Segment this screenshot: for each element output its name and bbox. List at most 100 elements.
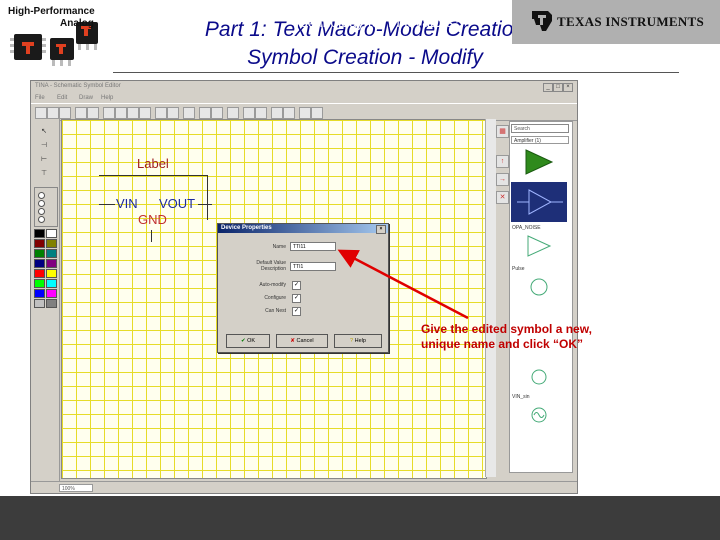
pin-gnd-line[interactable] — [151, 230, 152, 242]
title-divider — [113, 72, 679, 73]
pin-vin-label[interactable]: VIN — [116, 196, 138, 211]
zoom-dropdown[interactable]: 100% — [59, 484, 93, 492]
window-titlebar: TINA - Schematic Symbol Editor _ □ × — [31, 81, 577, 93]
color-palette — [33, 229, 57, 308]
description-field[interactable]: TTI1 — [290, 262, 336, 271]
color-swatch[interactable] — [46, 239, 57, 248]
cancel-button[interactable]: ✘ Cancel — [276, 334, 328, 348]
menu-help[interactable]: Help — [101, 95, 113, 101]
sine-source-icon[interactable] — [524, 404, 554, 431]
left-toolbox: ↖ ⊣ ⊢ ⊤ — [31, 119, 60, 481]
pin-right-icon[interactable]: ⊢ — [37, 155, 51, 163]
menu-file[interactable]: File — [35, 95, 45, 101]
rotate-icon[interactable] — [243, 107, 255, 119]
selected-library-item[interactable] — [511, 182, 567, 222]
color-swatch[interactable] — [46, 229, 57, 238]
pin-tool-icon[interactable] — [155, 107, 167, 119]
source-symbol-icon[interactable] — [524, 366, 554, 393]
pointer-tool-icon[interactable]: ↖ — [37, 127, 51, 135]
zoom-out-icon[interactable] — [211, 107, 223, 119]
help-question-icon: ? — [350, 338, 354, 344]
library-item-label: VIN_sin — [512, 394, 530, 400]
pin-vout-line[interactable] — [198, 204, 212, 205]
configure-checkbox[interactable]: ✓ — [292, 294, 301, 303]
zoom-in-icon[interactable] — [199, 107, 211, 119]
minimize-button[interactable]: _ — [543, 83, 553, 92]
color-swatch[interactable] — [46, 249, 57, 258]
symbol-label-text[interactable]: Label — [137, 156, 169, 171]
color-swatch[interactable] — [34, 289, 45, 298]
color-swatch[interactable] — [34, 239, 45, 248]
ok-check-icon: ✔ — [240, 338, 246, 344]
opamp-outline-icon[interactable] — [524, 234, 554, 263]
radio-option[interactable] — [38, 216, 45, 223]
grid-toggle-icon[interactable] — [227, 107, 239, 119]
library-icon[interactable]: ▦ — [496, 125, 509, 138]
color-swatch[interactable] — [34, 299, 45, 308]
open-icon[interactable] — [47, 107, 59, 119]
pin-vout-label[interactable]: VOUT — [159, 196, 195, 211]
footer-tagline: Technology for Innovators™ — [293, 14, 468, 30]
pin-down-icon[interactable]: ⊤ — [37, 169, 51, 177]
color-swatch[interactable] — [46, 269, 57, 278]
color-swatch[interactable] — [46, 279, 57, 288]
can-nest-label: Can Nest — [265, 308, 286, 314]
pin-vin-line[interactable] — [99, 204, 115, 205]
rectangle-tool-icon[interactable] — [103, 107, 115, 119]
color-swatch[interactable] — [46, 299, 57, 308]
cancel-x-icon: ✘ — [290, 338, 295, 344]
delete-icon[interactable]: ✕ — [496, 191, 509, 204]
color-swatch[interactable] — [34, 279, 45, 288]
new-icon[interactable] — [35, 107, 47, 119]
help-icon[interactable] — [311, 107, 323, 119]
color-swatch[interactable] — [34, 259, 45, 268]
radio-option[interactable] — [38, 192, 45, 199]
color-icon[interactable] — [283, 107, 295, 119]
color-swatch[interactable] — [34, 249, 45, 258]
library-item-label: OPA_NOISE — [512, 225, 541, 231]
close-button[interactable]: × — [563, 83, 573, 92]
component-library-panel: Search Amplifier (1) OPA_NOISE Pulse VIN… — [509, 121, 573, 473]
footer-brand-text: TEXAS INSTRUMENTS — [557, 14, 705, 29]
color-swatch[interactable] — [34, 229, 45, 238]
ok-label: OK — [247, 338, 256, 344]
radio-option[interactable] — [38, 200, 45, 207]
description-label: Default Value Description — [256, 260, 286, 272]
help-button[interactable]: ? Help — [334, 334, 382, 348]
mirror-icon[interactable] — [255, 107, 267, 119]
pin-gnd-label[interactable]: GND — [138, 212, 167, 227]
cancel-label: Cancel — [296, 338, 314, 344]
pin-left-icon[interactable]: ⊣ — [37, 141, 51, 149]
color-swatch[interactable] — [46, 289, 57, 298]
font-icon[interactable] — [299, 107, 311, 119]
redo-icon[interactable] — [87, 107, 99, 119]
menu-draw[interactable]: Draw — [79, 95, 93, 101]
properties-icon[interactable] — [271, 107, 283, 119]
right-toolstrip: ▦ ↑ → ✕ — [495, 121, 509, 204]
ellipse-tool-icon[interactable] — [115, 107, 127, 119]
color-swatch[interactable] — [34, 269, 45, 278]
ok-button[interactable]: ✔ OK — [226, 334, 270, 348]
library-item-label: Pulse — [512, 266, 525, 272]
undo-icon[interactable] — [75, 107, 87, 119]
radio-option[interactable] — [38, 208, 45, 215]
name-field[interactable]: TTI11 — [290, 242, 336, 251]
line-tool-icon[interactable] — [127, 107, 139, 119]
save-icon[interactable] — [59, 107, 71, 119]
pulse-source-icon[interactable] — [524, 276, 554, 303]
fill-tool-icon[interactable] — [183, 107, 195, 119]
search-input[interactable]: Search — [511, 124, 569, 133]
menu-edit[interactable]: Edit — [57, 95, 67, 101]
auto-modify-checkbox[interactable]: ✓ — [292, 281, 301, 290]
color-swatch[interactable] — [46, 259, 57, 268]
library-dropdown[interactable]: Amplifier (1) — [511, 136, 569, 144]
can-nest-checkbox[interactable]: ✓ — [292, 307, 301, 316]
arc-tool-icon[interactable] — [167, 107, 179, 119]
opamp-symbol-icon[interactable] — [522, 148, 556, 181]
callout-text: Give the edited symbol a new, unique nam… — [421, 322, 592, 351]
text-tool-icon[interactable] — [139, 107, 151, 119]
maximize-button[interactable]: □ — [553, 83, 563, 92]
move-right-icon[interactable]: → — [496, 173, 509, 186]
move-up-icon[interactable]: ↑ — [496, 155, 509, 168]
dialog-close-button[interactable]: × — [376, 225, 386, 234]
